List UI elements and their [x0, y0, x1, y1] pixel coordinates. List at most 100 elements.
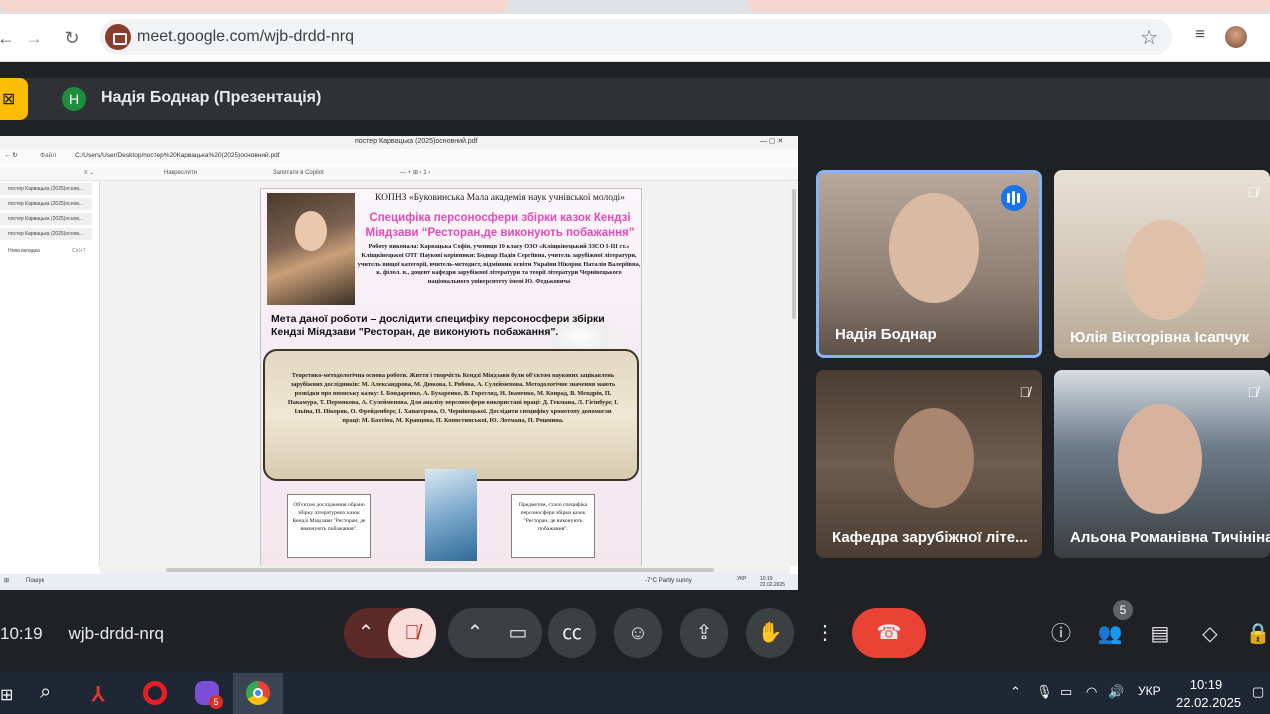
participant-face [894, 408, 974, 508]
pdf-draw-label: Накреслити [164, 170, 197, 176]
tray-overflow-icon[interactable]: ⌃ [1010, 684, 1021, 700]
microphone-toggle-button[interactable]: 🎙̸ [388, 608, 436, 658]
sidebar-tab: постер Карвацька (2025)основ... [0, 198, 92, 210]
mic-muted-icon: 🎙̸ [1247, 384, 1259, 400]
taskbar-app-viber[interactable]: 5 [182, 673, 232, 714]
pdf-title-bar: постер Карвацька (2025)основний.pdf — ▢ … [0, 136, 798, 149]
taskbar-app-pdf[interactable]: ⅄ [78, 673, 128, 714]
student-photo [267, 193, 355, 305]
raise-hand-button[interactable]: ✋ [746, 608, 794, 658]
sidebar-tab: постер Карвацька (2025)основ... [0, 228, 92, 240]
book-cover-image [425, 469, 477, 561]
sidebar-tab: постер Карвацька (2025)основ... [0, 213, 92, 225]
volume-icon[interactable]: 🔊 [1108, 684, 1124, 700]
taskbar-app-chrome[interactable] [233, 673, 283, 714]
note-subject: Предметом, стало специфіка персоносфери … [511, 494, 595, 558]
search-button[interactable]: ⌕ [26, 673, 76, 714]
present-button[interactable]: ⇪ [680, 608, 728, 658]
meeting-info-icon[interactable]: ⓘ [1047, 620, 1075, 648]
participant-tile[interactable]: 🎙̸ Юлія Вікторівна Ісапчук [1054, 170, 1270, 358]
camera-toggle-button[interactable]: ▭ [494, 608, 542, 658]
pdf-horizontal-scrollbar [100, 566, 790, 574]
shared-weather: -7°C Partly sunny [645, 578, 692, 584]
search-icon: ⌕ [40, 681, 52, 703]
system-clock[interactable]: 10:19 22.02.2025 [1176, 676, 1241, 712]
pdf-path: C:/Users/User/Desktop/постер%20Карвацька… [75, 152, 280, 159]
media-controls-icon[interactable]: ≡ [1190, 26, 1210, 50]
browser-toolbar: ← → ↻ meet.google.com/wjb-drdd-nrq ☆ ≡ [0, 14, 1270, 62]
meeting-code: wjb-drdd-nrq [68, 624, 164, 643]
tray-mic-icon[interactable]: 🎙 [1036, 684, 1053, 700]
url-text[interactable]: meet.google.com/wjb-drdd-nrq [137, 28, 354, 46]
chevron-up-icon: ⌃ [357, 622, 375, 644]
captions-button[interactable]: ㏄ [548, 608, 596, 658]
mic-off-icon: 🎙̸ [404, 622, 420, 644]
pdf-vertical-scrollbar [790, 181, 798, 566]
shared-search-label: Пошук [26, 578, 45, 584]
opera-icon [143, 681, 167, 705]
window-controls-icon: — ▢ ✕ [760, 138, 784, 145]
poster-title: Специфіка персоносфери збірки казок Кенд… [365, 212, 635, 239]
participant-tile[interactable]: Надія Боднар [816, 170, 1042, 358]
browser-tab[interactable] [0, 0, 508, 12]
scroll-text: Теоретико-методологічна основа роботи. Ж… [287, 372, 619, 424]
battery-icon[interactable]: ▭ [1060, 684, 1072, 700]
participant-count-badge: 5 [1113, 600, 1133, 620]
profile-avatar[interactable] [1225, 26, 1247, 48]
captions-icon: ㏄ [562, 622, 582, 644]
new-tab-shortcut: Ctrl+T [72, 248, 86, 254]
leave-call-button[interactable]: ☎ [852, 608, 926, 658]
participant-tile[interactable]: 🎙̸ Альона Романівна Тичініна [1054, 370, 1270, 558]
stop-presenting-button[interactable]: ⊠ [0, 78, 28, 120]
poster-org: КОПНЗ «Буковинська Мала академія наук уч… [375, 193, 625, 203]
more-options-button[interactable]: ⋮ [806, 608, 844, 658]
participant-name: Надія Боднар [835, 326, 937, 343]
participant-name: Альона Романівна Тичініна [1070, 529, 1270, 546]
more-vertical-icon: ⋮ [815, 622, 835, 644]
forward-arrow-icon[interactable]: → [22, 26, 46, 50]
hand-icon: ✋ [757, 622, 783, 644]
shared-lang: УКР [737, 576, 747, 582]
pdf-nav-icons: ← ↻ [4, 152, 18, 159]
people-icon[interactable]: 👥 [1096, 620, 1124, 648]
taskbar-app-opera[interactable] [130, 673, 180, 714]
note-object: Об'єктом дослідження обрано збірку літер… [287, 494, 371, 558]
pdf-file-label: Файл [40, 152, 56, 159]
participant-face [1118, 404, 1202, 514]
shared-start-icon: ⊞ [4, 578, 10, 584]
participant-name: Кафедра зарубіжної літе... [832, 529, 1028, 546]
phone-hangup-icon: ☎ [876, 622, 902, 644]
address-bar[interactable]: meet.google.com/wjb-drdd-nrq ☆ [100, 19, 1172, 55]
participant-face [889, 193, 979, 303]
browser-tab[interactable] [748, 0, 1270, 12]
meeting-time-code: 10:19 wjb-drdd-nrq [0, 624, 164, 644]
participant-tile[interactable]: 🎙̸ Кафедра зарубіжної літе... [816, 370, 1042, 558]
pdf-sidebar: постер Карвацька (2025)основ... постер К… [0, 181, 100, 566]
pdf-zoom-controls: — + ⊞ ‹ 1 › [400, 170, 431, 176]
participant-face [1124, 220, 1204, 320]
keyboard-language[interactable]: УКР [1138, 684, 1161, 698]
parchment-scroll: Теоретико-методологічна основа роботи. Ж… [263, 349, 639, 481]
mic-muted-icon: 🎙̸ [1247, 184, 1259, 200]
sidebar-tab: постер Карвацька (2025)основ... [0, 183, 92, 195]
pdf-list-icon: ≡ ⌄ [84, 170, 95, 176]
speaking-indicator-icon [1001, 185, 1027, 211]
activities-icon[interactable]: ◇ [1196, 620, 1224, 648]
reactions-button[interactable]: ☺ [614, 608, 662, 658]
pdf-toolbar: ≡ ⌄ Накреслити Запитати в Copilot — + ⊞ … [0, 167, 798, 181]
chat-icon[interactable]: ▤ [1146, 620, 1174, 648]
shared-clock: 10:19 22.02.2025 [760, 576, 786, 588]
start-button[interactable]: ⊞ [0, 673, 20, 714]
notification-icon[interactable]: ▢ [1252, 684, 1264, 700]
meet-site-icon[interactable] [105, 24, 131, 50]
back-arrow-icon[interactable]: ← [0, 26, 18, 50]
pdf-window-title: постер Карвацька (2025)основний.pdf [355, 138, 478, 145]
reload-icon[interactable]: ↻ [60, 26, 84, 50]
participant-name: Юлія Вікторівна Ісапчук [1070, 329, 1250, 346]
emoji-icon: ☺ [627, 622, 649, 644]
wifi-icon[interactable]: ◠ [1086, 684, 1097, 700]
bookmark-star-icon[interactable]: ☆ [1140, 25, 1158, 50]
host-controls-icon[interactable]: 🔒 [1244, 620, 1270, 648]
presenter-avatar: Н [62, 87, 86, 111]
pdf-copilot-label: Запитати в Copilot [273, 170, 324, 176]
